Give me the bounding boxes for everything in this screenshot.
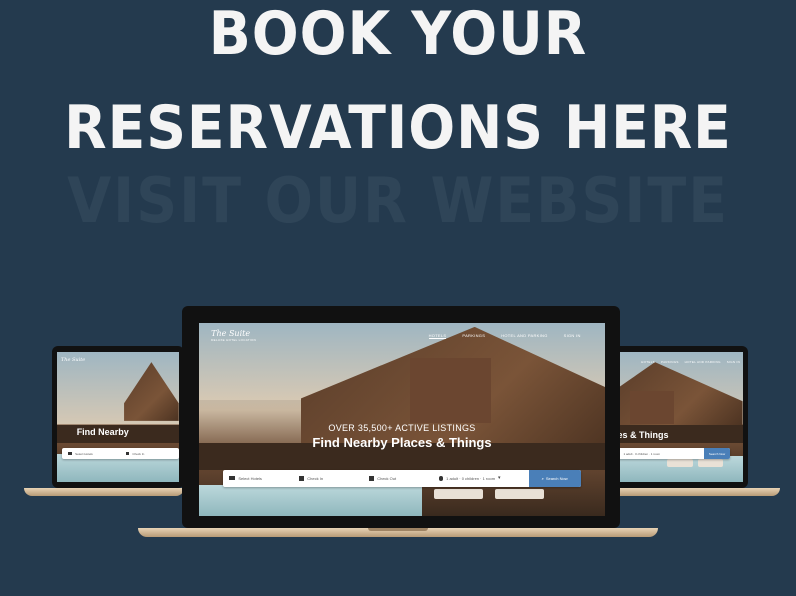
lounge-chair xyxy=(667,458,693,467)
calendar-icon xyxy=(126,452,130,456)
check-out-field[interactable]: Check Out xyxy=(363,475,433,481)
search-icon: ⌕ xyxy=(541,475,544,481)
user-icon xyxy=(439,475,444,481)
laptop-center-notch xyxy=(368,528,428,531)
laptop-center: The Suite DELUXE HOTEL LOCATION HOTELS P… xyxy=(138,306,658,538)
search-now-button[interactable]: ⌕ Search Now xyxy=(528,469,581,488)
ghost-headline: VISIT OUR WEBSITE xyxy=(67,164,729,237)
check-in-field[interactable]: Check In xyxy=(293,475,363,481)
select-hotels-field[interactable]: Select Hotels xyxy=(223,476,293,481)
calendar-icon xyxy=(369,475,375,481)
laptop-center-display: The Suite DELUXE HOTEL LOCATION HOTELS P… xyxy=(199,323,605,516)
headline-line-2: RESERVATIONS HERE xyxy=(64,93,732,163)
nav-hotel-and-parking[interactable]: HOTEL AND PARKING xyxy=(501,333,547,339)
hotel-icon xyxy=(229,476,236,481)
lounge-chair xyxy=(697,458,723,467)
nav-parkings[interactable]: PARKINGS xyxy=(462,333,485,339)
search-bar: Select Hotels Check In Check Out 1 adult… xyxy=(223,469,581,488)
site-logo[interactable]: The Suite xyxy=(61,357,85,363)
hero-title: Find Nearby Places & Things xyxy=(312,434,492,450)
nav-sign-in[interactable]: SIGN IN xyxy=(564,333,581,339)
nav-parkings[interactable]: PARKINGS xyxy=(661,360,679,364)
nav-sign-in[interactable]: SIGN IN xyxy=(727,360,740,364)
search-now-button[interactable]: Search Now xyxy=(704,448,731,459)
lounge-chair xyxy=(434,488,484,499)
lounge-chair xyxy=(495,488,545,499)
laptop-center-screen: The Suite DELUXE HOTEL LOCATION HOTELS P… xyxy=(182,306,620,528)
guests-field[interactable]: 1 adult · 0 children · 1 room ▾ xyxy=(433,475,529,481)
select-hotels-field[interactable]: Select Hotels xyxy=(62,452,120,456)
chevron-down-icon: ▾ xyxy=(498,475,501,482)
nav-hotels[interactable]: HOTELS xyxy=(428,333,447,339)
pool xyxy=(199,485,423,516)
calendar-icon xyxy=(299,475,305,481)
site-logo[interactable]: The Suite DELUXE HOTEL LOCATION xyxy=(211,329,256,342)
house xyxy=(410,357,492,424)
hotel-icon xyxy=(68,452,73,456)
nav-hotel-and-parking[interactable]: HOTEL AND PARKING xyxy=(685,360,721,364)
hero-subtitle: OVER 35,500+ ACTIVE LISTINGS xyxy=(328,423,476,434)
site-nav: HOTELS PARKINGS HOTEL AND PARKING SIGN I… xyxy=(428,333,581,339)
headline-line-1: BOOK YOUR xyxy=(208,0,588,69)
